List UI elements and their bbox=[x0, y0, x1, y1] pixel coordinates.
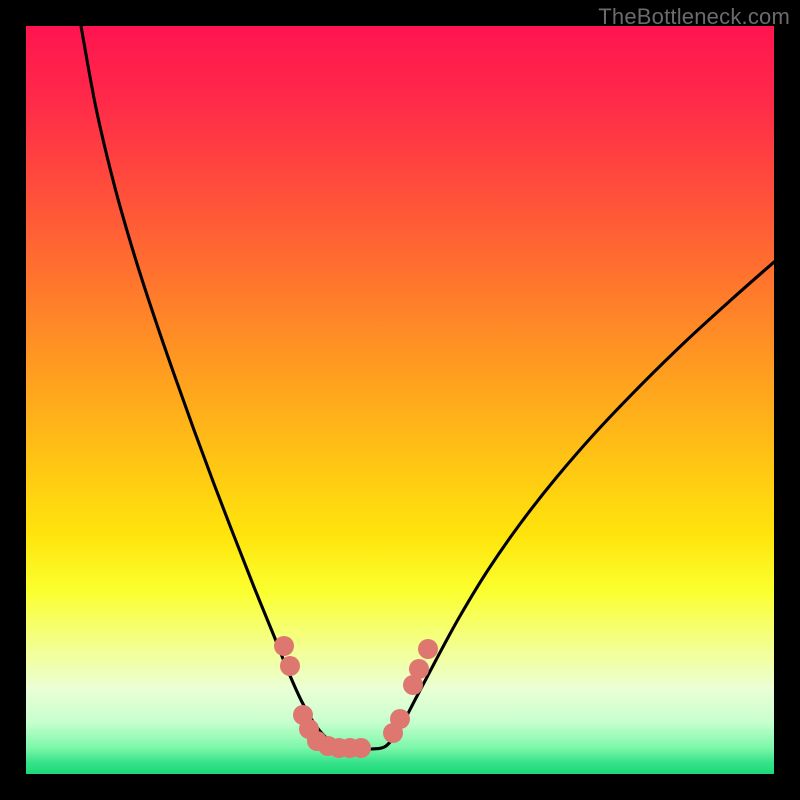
right-hotspots bbox=[383, 639, 438, 743]
right-branch-curve bbox=[372, 262, 774, 749]
left-hotspots bbox=[274, 636, 371, 758]
hotspot-dot bbox=[390, 709, 410, 729]
curve-layer bbox=[26, 26, 774, 774]
hotspot-dot bbox=[280, 656, 300, 676]
hotspot-dot bbox=[418, 639, 438, 659]
watermark-text: TheBottleneck.com bbox=[598, 4, 790, 30]
hotspot-dot bbox=[409, 659, 429, 679]
outer-frame: TheBottleneck.com bbox=[0, 0, 800, 800]
hotspot-dot bbox=[274, 636, 294, 656]
hotspot-dot bbox=[351, 738, 371, 758]
left-branch-curve bbox=[81, 26, 372, 749]
plot-area bbox=[26, 26, 774, 774]
